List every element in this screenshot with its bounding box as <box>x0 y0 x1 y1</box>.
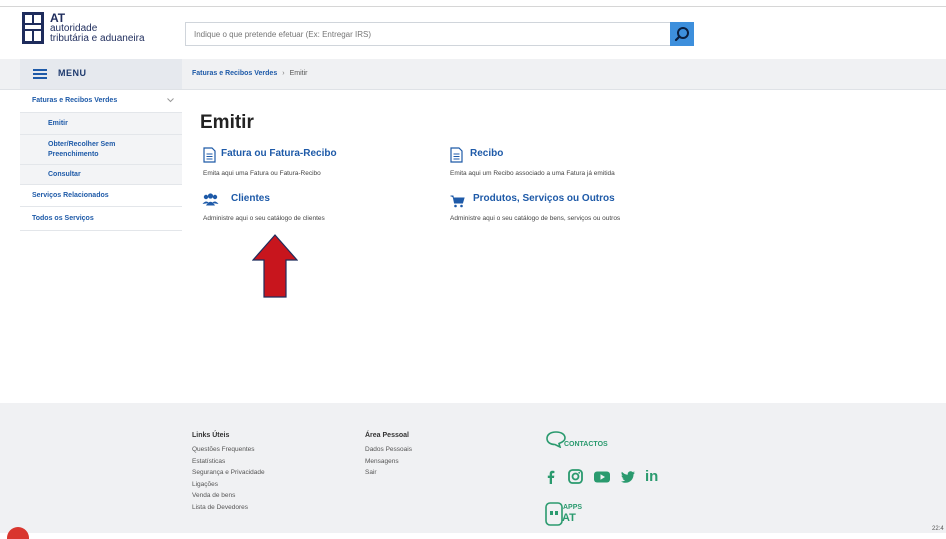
footer-link[interactable]: Lista de Devedores <box>192 502 265 514</box>
chevron-down-icon <box>167 98 174 103</box>
option-recibo-description: Emita aqui um Recibo associado a uma Fat… <box>450 170 615 177</box>
twitter-icon[interactable] <box>621 471 635 483</box>
apps-at-button[interactable]: APPS AT <box>545 502 605 530</box>
corner-clock-text: 22:4 <box>932 526 944 532</box>
sidebar-item-consultar[interactable]: Consultar <box>20 165 182 185</box>
at-logo[interactable]: AT autoridade tributária e aduaneira <box>22 12 172 48</box>
contacts-label: CONTACTOS <box>564 441 608 448</box>
option-produtos-description: Administre aqui o seu catálogo de bens, … <box>450 215 621 222</box>
hamburger-icon <box>33 69 47 79</box>
search-input[interactable] <box>186 23 672 45</box>
footer-personal-title: Área Pessoal <box>365 432 409 439</box>
footer-links-title: Links Úteis <box>192 432 230 439</box>
youtube-icon[interactable] <box>594 471 610 483</box>
option-clientes-link[interactable]: Clientes <box>231 193 270 204</box>
breadcrumb-separator: › <box>282 70 285 77</box>
apps-label: APPS <box>563 504 583 511</box>
footer-personal-list: Dados Pessoais Mensagens Sair <box>365 444 412 479</box>
cart-icon <box>450 195 465 208</box>
breadcrumb-link-faturas[interactable]: Faturas e Recibos Verdes <box>192 70 277 77</box>
footer-link[interactable]: Segurança e Privacidade <box>192 467 265 479</box>
document-icon <box>450 147 463 163</box>
sidebar-item-servicos-relacionados[interactable]: Serviços Relacionados <box>20 185 182 207</box>
sidebar-item-label: Todos os Serviços <box>32 215 94 222</box>
sidebar-item-label: Obter/Recolher Sem Preenchimento <box>48 141 116 158</box>
option-recibo-link[interactable]: Recibo <box>470 148 503 159</box>
option-fatura-description: Emita aqui uma Fatura ou Fatura-Recibo <box>203 170 321 177</box>
linkedin-icon[interactable]: in <box>645 468 658 485</box>
page-title: Emitir <box>200 112 254 133</box>
sidebar-item-emitir[interactable]: Emitir <box>20 113 182 135</box>
footer-link[interactable]: Mensagens <box>365 456 412 468</box>
breadcrumb: Faturas e Recibos Verdes › Emitir <box>192 70 307 77</box>
logo-text-line3: tributária e aduaneira <box>50 33 145 44</box>
footer-link[interactable]: Venda de bens <box>192 490 265 502</box>
annotation-arrow-icon <box>252 234 298 298</box>
phone-app-icon <box>545 502 563 526</box>
footer-link[interactable]: Ligações <box>192 479 265 491</box>
sidebar: Faturas e Recibos Verdes Emitir Obter/Re… <box>20 89 182 231</box>
footer-links-list: Questões Frequentes Estatísticas Seguran… <box>192 444 265 513</box>
apps-at-label: AT <box>562 512 576 524</box>
breadcrumb-current: Emitir <box>289 70 308 77</box>
search-box <box>185 22 673 46</box>
contacts-button[interactable]: CONTACTOS <box>545 430 625 452</box>
search-icon <box>674 27 689 42</box>
sidebar-section-label: Faturas e Recibos Verdes <box>32 97 118 104</box>
sidebar-item-label: Emitir <box>48 120 68 127</box>
sidebar-item-label: Serviços Relacionados <box>32 192 109 199</box>
menu-label: MENU <box>58 68 87 78</box>
sidebar-item-todos-servicos[interactable]: Todos os Serviços <box>20 207 182 231</box>
sidebar-item-label: Consultar <box>48 171 81 178</box>
users-icon <box>202 193 219 206</box>
footer-link[interactable]: Questões Frequentes <box>192 444 265 456</box>
document-icon <box>203 147 216 163</box>
page-footer <box>0 403 946 533</box>
search-button[interactable] <box>670 22 694 46</box>
footer-link[interactable]: Sair <box>365 467 412 479</box>
menu-toggle[interactable]: MENU <box>20 59 182 89</box>
option-clientes-description: Administre aqui o seu catálogo de client… <box>203 215 325 222</box>
footer-link[interactable]: Dados Pessoais <box>365 444 412 456</box>
at-emblem-icon <box>22 12 44 44</box>
option-fatura-link[interactable]: Fatura ou Fatura-Recibo <box>221 148 337 159</box>
sidebar-item-obter[interactable]: Obter/Recolher Sem Preenchimento <box>20 135 182 165</box>
sidebar-section-faturas[interactable]: Faturas e Recibos Verdes <box>20 89 182 113</box>
option-produtos-link[interactable]: Produtos, Serviços ou Outros <box>473 193 615 204</box>
instagram-icon[interactable] <box>568 469 583 484</box>
footer-link[interactable]: Estatísticas <box>192 456 265 468</box>
facebook-icon[interactable] <box>547 470 555 484</box>
